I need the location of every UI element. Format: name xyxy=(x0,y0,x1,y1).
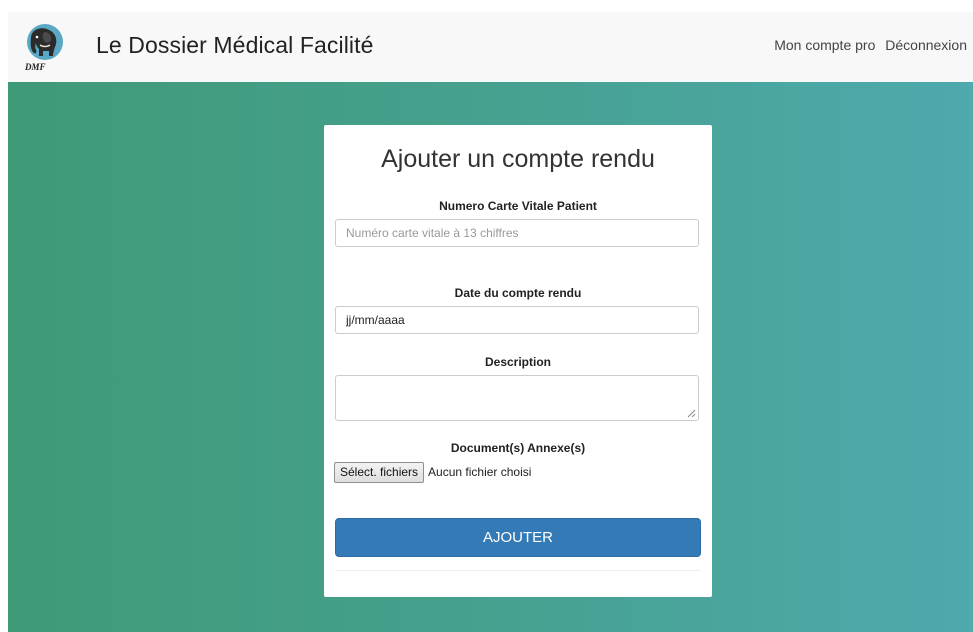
date-label: Date du compte rendu xyxy=(454,286,582,300)
nav-link-deconnexion[interactable]: Déconnexion xyxy=(885,37,967,53)
resize-grip-icon[interactable] xyxy=(687,409,696,418)
ajouter-button[interactable]: AJOUTER xyxy=(335,518,701,557)
logo-text: DMF xyxy=(25,62,46,72)
description-label: Description xyxy=(484,355,551,369)
select-files-button[interactable]: Sélect. fichiers xyxy=(334,461,425,483)
documents-label: Document(s) Annexe(s) xyxy=(450,441,586,455)
file-status-text: Aucun fichier choisi xyxy=(428,465,532,479)
navbar: DMF Le Dossier Médical Facilité Mon comp… xyxy=(8,12,973,82)
brand-logo[interactable]: DMF xyxy=(22,20,68,76)
hero-background: Ajouter un compte rendu Numero Carte Vit… xyxy=(8,82,973,632)
form-card: Ajouter un compte rendu Numero Carte Vit… xyxy=(324,125,712,597)
form-title: Ajouter un compte rendu xyxy=(381,145,655,173)
nav-link-mon-compte-pro[interactable]: Mon compte pro xyxy=(774,37,875,53)
brand-title[interactable]: Le Dossier Médical Facilité xyxy=(96,32,374,59)
carte-vitale-label: Numero Carte Vitale Patient xyxy=(439,199,597,213)
date-input[interactable] xyxy=(335,306,699,334)
nav-links: Mon compte pro Déconnexion xyxy=(768,37,967,53)
card-divider xyxy=(335,570,701,571)
file-picker: Sélect. fichiers Aucun fichier choisi xyxy=(334,461,531,483)
carte-vitale-input[interactable] xyxy=(335,219,699,247)
description-textarea[interactable] xyxy=(335,375,699,421)
page: DMF Le Dossier Médical Facilité Mon comp… xyxy=(8,12,973,632)
